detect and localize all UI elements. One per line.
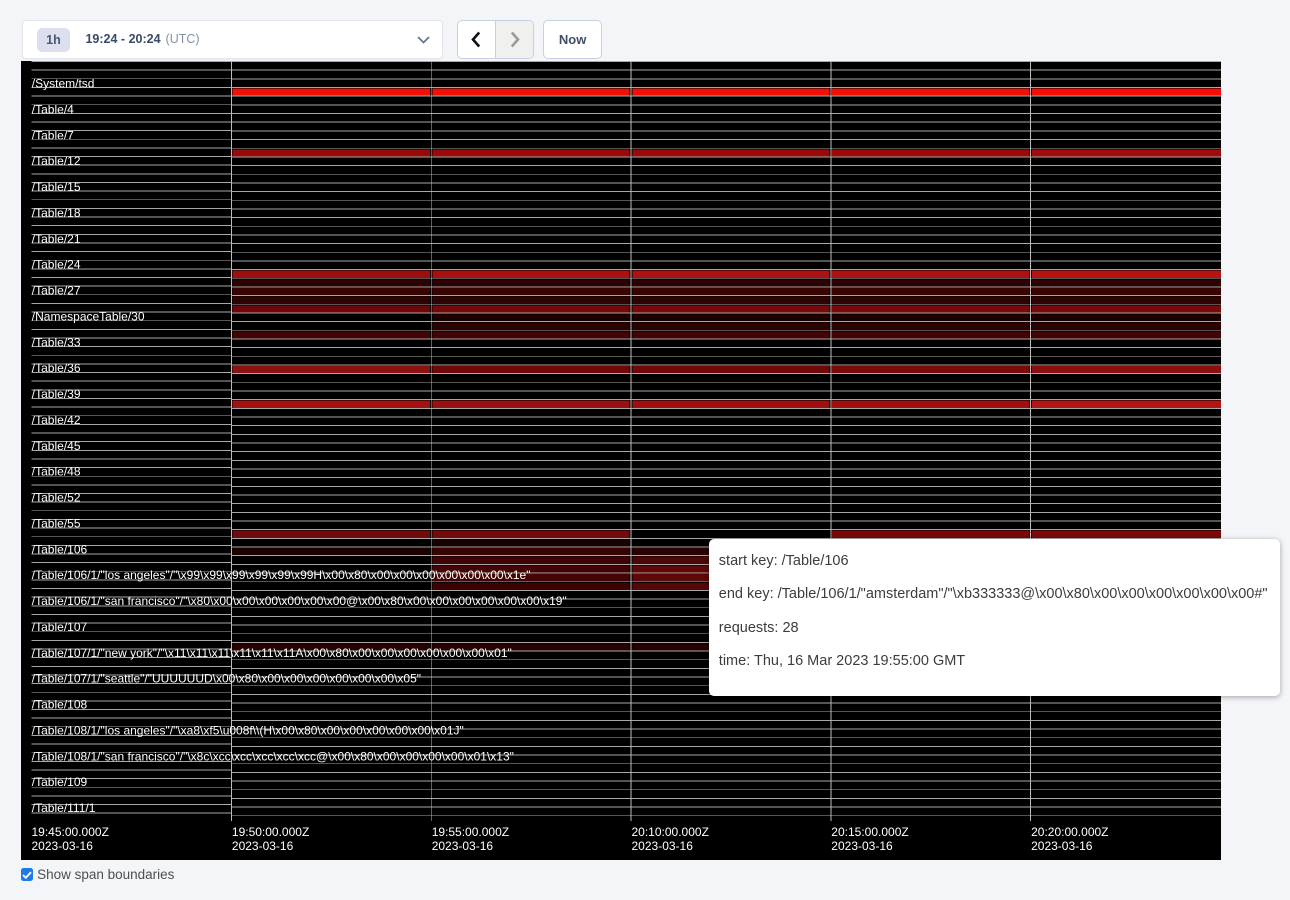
svg-text:/Table/12: /Table/12 [32, 154, 81, 168]
svg-text:/Table/111/1: /Table/111/1 [32, 801, 96, 815]
svg-text:/Table/36: /Table/36 [32, 361, 81, 375]
svg-text:/Table/55: /Table/55 [32, 516, 81, 530]
svg-text:/Table/45: /Table/45 [32, 439, 81, 453]
svg-text:20:20:00.000Z: 20:20:00.000Z [1031, 825, 1108, 839]
svg-text:/Table/24: /Table/24 [32, 258, 81, 272]
svg-text:/NamespaceTable/30: /NamespaceTable/30 [32, 309, 145, 323]
svg-text:/Table/106/1/"los angeles"/"\x: /Table/106/1/"los angeles"/"\x99\x99\x99… [32, 568, 531, 582]
svg-text:/Table/39: /Table/39 [32, 387, 81, 401]
svg-text:/Table/21: /Table/21 [32, 232, 81, 246]
svg-text:/Table/18: /Table/18 [32, 206, 81, 220]
svg-text:/Table/48: /Table/48 [32, 465, 81, 479]
svg-text:/Table/106: /Table/106 [32, 542, 88, 556]
svg-text:/Table/15: /Table/15 [32, 180, 81, 194]
svg-text:/Table/52: /Table/52 [32, 491, 81, 505]
svg-text:/Table/27: /Table/27 [32, 284, 81, 298]
svg-text:2023-03-16: 2023-03-16 [232, 839, 294, 853]
svg-text:/Table/108/1/"los angeles"/"\x: /Table/108/1/"los angeles"/"\xa8\xf5\u00… [32, 723, 464, 737]
svg-text:/Table/4: /Table/4 [32, 102, 74, 116]
svg-text:2023-03-16: 2023-03-16 [1031, 839, 1093, 853]
svg-text:/Table/107: /Table/107 [32, 620, 88, 634]
svg-text:/Table/109: /Table/109 [32, 775, 88, 789]
svg-text:/Table/106/1/"san francisco"/": /Table/106/1/"san francisco"/"\x80\x00\x… [32, 594, 567, 608]
svg-text:2023-03-16: 2023-03-16 [831, 839, 893, 853]
svg-text:/Table/107/1/"new york"/"\x11\: /Table/107/1/"new york"/"\x11\x11\x11\x1… [32, 646, 512, 660]
svg-text:20:15:00.000Z: 20:15:00.000Z [831, 825, 908, 839]
svg-text:2023-03-16: 2023-03-16 [632, 839, 694, 853]
svg-text:19:50:00.000Z: 19:50:00.000Z [232, 825, 309, 839]
svg-text:19:45:00.000Z: 19:45:00.000Z [32, 825, 109, 839]
svg-text:/Table/108/1/"san francisco"/": /Table/108/1/"san francisco"/"\x8c\xcc\x… [32, 749, 514, 763]
svg-text:2023-03-16: 2023-03-16 [432, 839, 494, 853]
svg-text:/Table/108: /Table/108 [32, 698, 88, 712]
svg-text:2023-03-16: 2023-03-16 [32, 839, 94, 853]
svg-text:/Table/7: /Table/7 [32, 128, 74, 142]
svg-text:/Table/107/1/"seattle"/"UUUUUU: /Table/107/1/"seattle"/"UUUUUUD\x00\x80\… [32, 672, 421, 686]
svg-text:/Table/33: /Table/33 [32, 335, 81, 349]
svg-text:/System/tsd: /System/tsd [32, 77, 95, 91]
svg-text:/Table/42: /Table/42 [32, 413, 81, 427]
svg-text:19:55:00.000Z: 19:55:00.000Z [432, 825, 509, 839]
svg-text:20:10:00.000Z: 20:10:00.000Z [632, 825, 709, 839]
